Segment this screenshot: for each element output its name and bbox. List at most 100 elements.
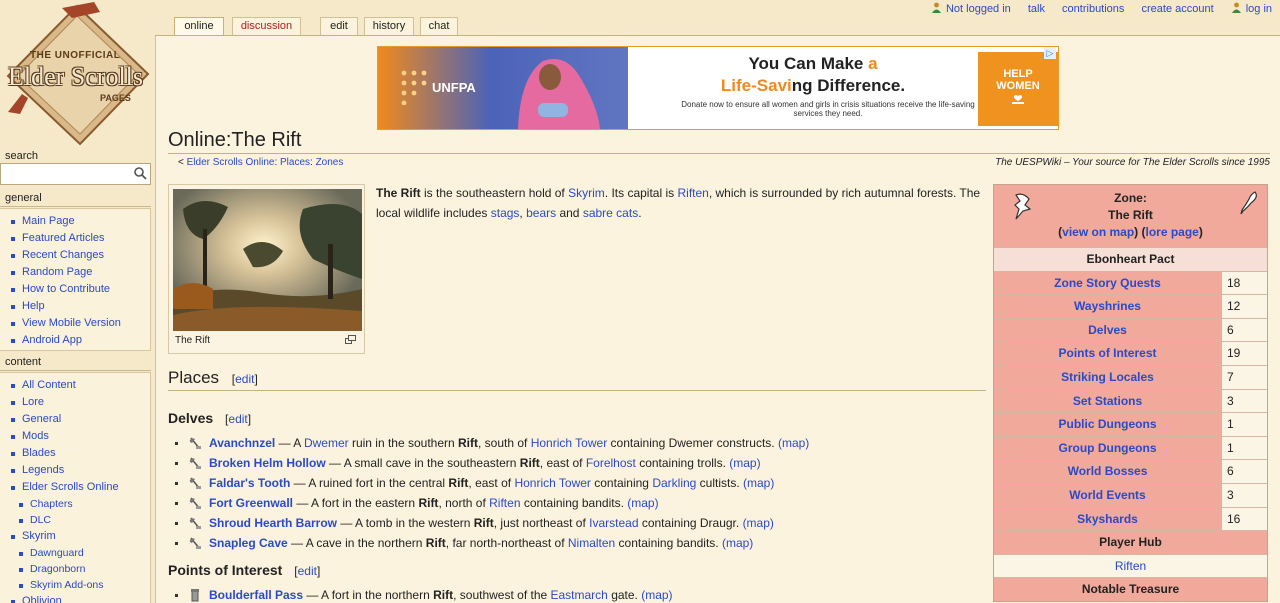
edit-link[interactable]: edit xyxy=(298,564,317,578)
sidebar-item[interactable]: DLC xyxy=(8,512,150,528)
entry-link[interactable]: Darkling xyxy=(652,476,696,490)
map-link[interactable]: (map) xyxy=(778,436,809,450)
sidebar-link[interactable]: How to Contribute xyxy=(22,283,110,295)
sidebar-item[interactable]: How to Contribute xyxy=(8,281,150,298)
sidebar-item[interactable]: Oblivion xyxy=(8,593,150,603)
sidebar-link[interactable]: Main Page xyxy=(22,215,75,227)
sidebar-item[interactable]: Dragonborn xyxy=(8,561,150,577)
sidebar-link[interactable]: Dawnguard xyxy=(30,547,84,559)
entry-link[interactable]: Forelhost xyxy=(586,456,636,470)
breadcrumb-eso[interactable]: Elder Scrolls Online xyxy=(187,157,275,168)
sidebar-item[interactable]: View Mobile Version xyxy=(8,315,150,332)
contributions-link[interactable]: contributions xyxy=(1062,3,1124,15)
infobox-row-label[interactable]: Public Dungeons xyxy=(994,413,1222,436)
infobox-row-label[interactable]: Group Dungeons xyxy=(994,436,1222,460)
sidebar-link[interactable]: Elder Scrolls Online xyxy=(22,481,119,493)
sidebar-link[interactable]: Skyrim Add-ons xyxy=(30,579,104,591)
infobox-row-label[interactable]: Striking Locales xyxy=(994,365,1222,389)
sidebar-item[interactable]: All Content xyxy=(8,377,150,394)
enlarge-icon[interactable] xyxy=(345,335,356,344)
infobox-row-link[interactable]: World Bosses xyxy=(1068,464,1148,478)
sidebar-link[interactable]: Skyrim xyxy=(22,530,56,542)
sidebar-link[interactable]: Chapters xyxy=(30,498,73,510)
entry-link[interactable]: Eastmarch xyxy=(551,588,608,602)
sidebar-link[interactable]: Recent Changes xyxy=(22,249,104,261)
not-logged-in-link[interactable]: Not logged in xyxy=(946,3,1011,15)
sidebar-link[interactable]: General xyxy=(22,413,61,425)
uesp-logo[interactable]: THE UNOFFICIAL Elder Scrolls PAGES xyxy=(2,2,152,148)
sidebar-item[interactable]: Dawnguard xyxy=(8,545,150,561)
edit-link[interactable]: edit xyxy=(228,412,247,426)
tab-history[interactable]: history xyxy=(364,17,414,35)
breadcrumb-places[interactable]: Places xyxy=(280,157,310,168)
sidebar-item[interactable]: Elder Scrolls Online xyxy=(8,479,150,496)
entry-link[interactable]: Dwemer xyxy=(304,436,349,450)
link-skyrim[interactable]: Skyrim xyxy=(568,186,605,200)
sidebar-link[interactable]: Random Page xyxy=(22,266,92,278)
view-on-map-link[interactable]: view on map xyxy=(1062,225,1134,239)
entry-link[interactable]: Nimalten xyxy=(568,536,615,550)
sidebar-item[interactable]: Help xyxy=(8,298,150,315)
entry-name-link[interactable]: Fort Greenwall xyxy=(209,496,293,510)
map-link[interactable]: (map) xyxy=(743,476,774,490)
infobox-row-label[interactable]: World Bosses xyxy=(994,460,1222,483)
link-rich[interactable]: rich xyxy=(842,186,861,200)
sidebar-link[interactable]: Legends xyxy=(22,464,64,476)
infobox-row-label[interactable]: Zone Story Quests xyxy=(994,271,1222,295)
map-link[interactable]: (map) xyxy=(641,588,672,602)
map-link[interactable]: (map) xyxy=(729,456,760,470)
link-riften[interactable]: Riften xyxy=(677,186,708,200)
link-stags[interactable]: stags xyxy=(491,206,520,220)
tab-online[interactable]: online xyxy=(174,17,224,35)
link-riften-hub[interactable]: Riften xyxy=(1115,559,1146,573)
sidebar-item[interactable]: Mods xyxy=(8,428,150,445)
sidebar-link[interactable]: Android App xyxy=(22,334,82,346)
tab-chat[interactable]: chat xyxy=(420,17,458,35)
sidebar-link[interactable]: View Mobile Version xyxy=(22,317,121,329)
entry-name-link[interactable]: Shroud Hearth Barrow xyxy=(209,516,337,530)
sidebar-item[interactable]: Skyrim xyxy=(8,528,150,545)
sidebar-item[interactable]: General xyxy=(8,411,150,428)
tab-edit[interactable]: edit xyxy=(320,17,358,35)
entry-link[interactable]: Ivarstead xyxy=(589,516,638,530)
sidebar-link[interactable]: All Content xyxy=(22,379,76,391)
entry-name-link[interactable]: Avanchnzel xyxy=(209,436,275,450)
sidebar-link[interactable]: Mods xyxy=(22,430,49,442)
tab-discussion[interactable]: discussion xyxy=(232,17,301,35)
infobox-row-label[interactable]: Set Stations xyxy=(994,389,1222,413)
sidebar-item[interactable]: Skyrim Add-ons xyxy=(8,577,150,593)
link-bears[interactable]: bears xyxy=(526,206,556,220)
infobox-row-link[interactable]: Public Dungeons xyxy=(1058,417,1156,431)
entry-name-link[interactable]: Snapleg Cave xyxy=(209,536,288,550)
sidebar-link[interactable]: Help xyxy=(22,300,45,312)
infobox-row-link[interactable]: World Events xyxy=(1069,488,1145,502)
map-link[interactable]: (map) xyxy=(627,496,658,510)
sidebar-item[interactable]: Featured Articles xyxy=(8,230,150,247)
sidebar-link[interactable]: Dragonborn xyxy=(30,563,85,575)
sidebar-item[interactable]: Main Page xyxy=(8,213,150,230)
infobox-row-label[interactable]: World Events xyxy=(994,483,1222,507)
map-link[interactable]: (map) xyxy=(743,516,774,530)
infobox-row-label[interactable]: Skyshards xyxy=(994,507,1222,531)
sidebar-link[interactable]: DLC xyxy=(30,514,51,526)
entry-name-link[interactable]: Boulderfall Pass xyxy=(209,588,303,602)
infobox-row-label[interactable]: Points of Interest xyxy=(994,342,1222,365)
infobox-row-label[interactable]: Wayshrines xyxy=(994,295,1222,318)
entry-name-link[interactable]: Faldar's Tooth xyxy=(209,476,290,490)
infobox-row-link[interactable]: Points of Interest xyxy=(1058,346,1156,360)
entry-link[interactable]: Honrich Tower xyxy=(514,476,590,490)
talk-link[interactable]: talk xyxy=(1028,3,1045,15)
breadcrumb-zones[interactable]: Zones xyxy=(316,157,344,168)
advertisement-banner[interactable]: UNFPA You Can Make a Life-Saving Differe… xyxy=(377,46,1059,130)
edit-link[interactable]: edit xyxy=(235,372,254,386)
search-input[interactable] xyxy=(0,163,151,185)
sidebar-item[interactable]: Android App xyxy=(8,332,150,349)
ad-choices-icon[interactable]: ▷ xyxy=(1044,47,1056,59)
sidebar-link[interactable]: Blades xyxy=(22,447,56,459)
infobox-row-link[interactable]: Wayshrines xyxy=(1074,299,1141,313)
sidebar-link[interactable]: Oblivion xyxy=(22,595,62,603)
sidebar-item[interactable]: Random Page xyxy=(8,264,150,281)
infobox-row-link[interactable]: Striking Locales xyxy=(1061,370,1154,384)
sidebar-link[interactable]: Lore xyxy=(22,396,44,408)
sidebar-item[interactable]: Blades xyxy=(8,445,150,462)
